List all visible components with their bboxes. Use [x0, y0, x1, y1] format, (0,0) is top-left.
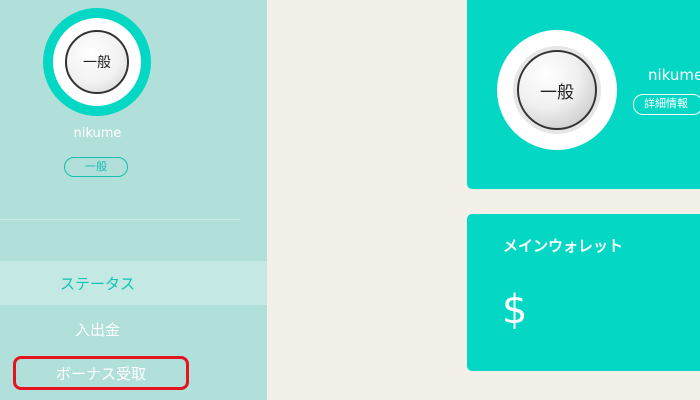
- profile-username: nikume: [648, 66, 700, 84]
- sidebar: 一般 nikume 一般 ステータス 入出金 ボーナス受取: [0, 0, 267, 400]
- sidebar-item-status-label: ステータス: [59, 274, 135, 293]
- wallet-title: メインウォレット: [503, 237, 624, 255]
- dollar-icon: $: [502, 287, 528, 333]
- detail-info-button[interactable]: 詳細情報: [633, 94, 700, 115]
- sidebar-item-status[interactable]: ステータス: [0, 261, 267, 305]
- profile-card: 一般 nikume 詳細情報: [467, 0, 700, 189]
- detail-info-label: 詳細情報: [644, 97, 688, 110]
- sidebar-avatar-inner: 一般: [53, 18, 141, 106]
- sidebar-item-deposit-label: 入出金: [74, 320, 120, 339]
- rank-medal-icon: 一般: [517, 50, 597, 130]
- profile-avatar: 一般: [497, 30, 617, 150]
- sidebar-item-bonus-claim[interactable]: ボーナス受取: [13, 356, 189, 390]
- sidebar-rank-badge: 一般: [64, 157, 128, 177]
- sidebar-avatar: 一般: [43, 8, 151, 116]
- main-wallet-card: メインウォレット $: [467, 214, 700, 371]
- sidebar-divider: [0, 219, 240, 220]
- rank-medal-icon: 一般: [65, 30, 129, 94]
- sidebar-item-bonus-label: ボーナス受取: [55, 364, 146, 383]
- sidebar-item-deposit-withdraw[interactable]: 入出金: [0, 307, 267, 351]
- sidebar-username: nikume: [73, 126, 122, 141]
